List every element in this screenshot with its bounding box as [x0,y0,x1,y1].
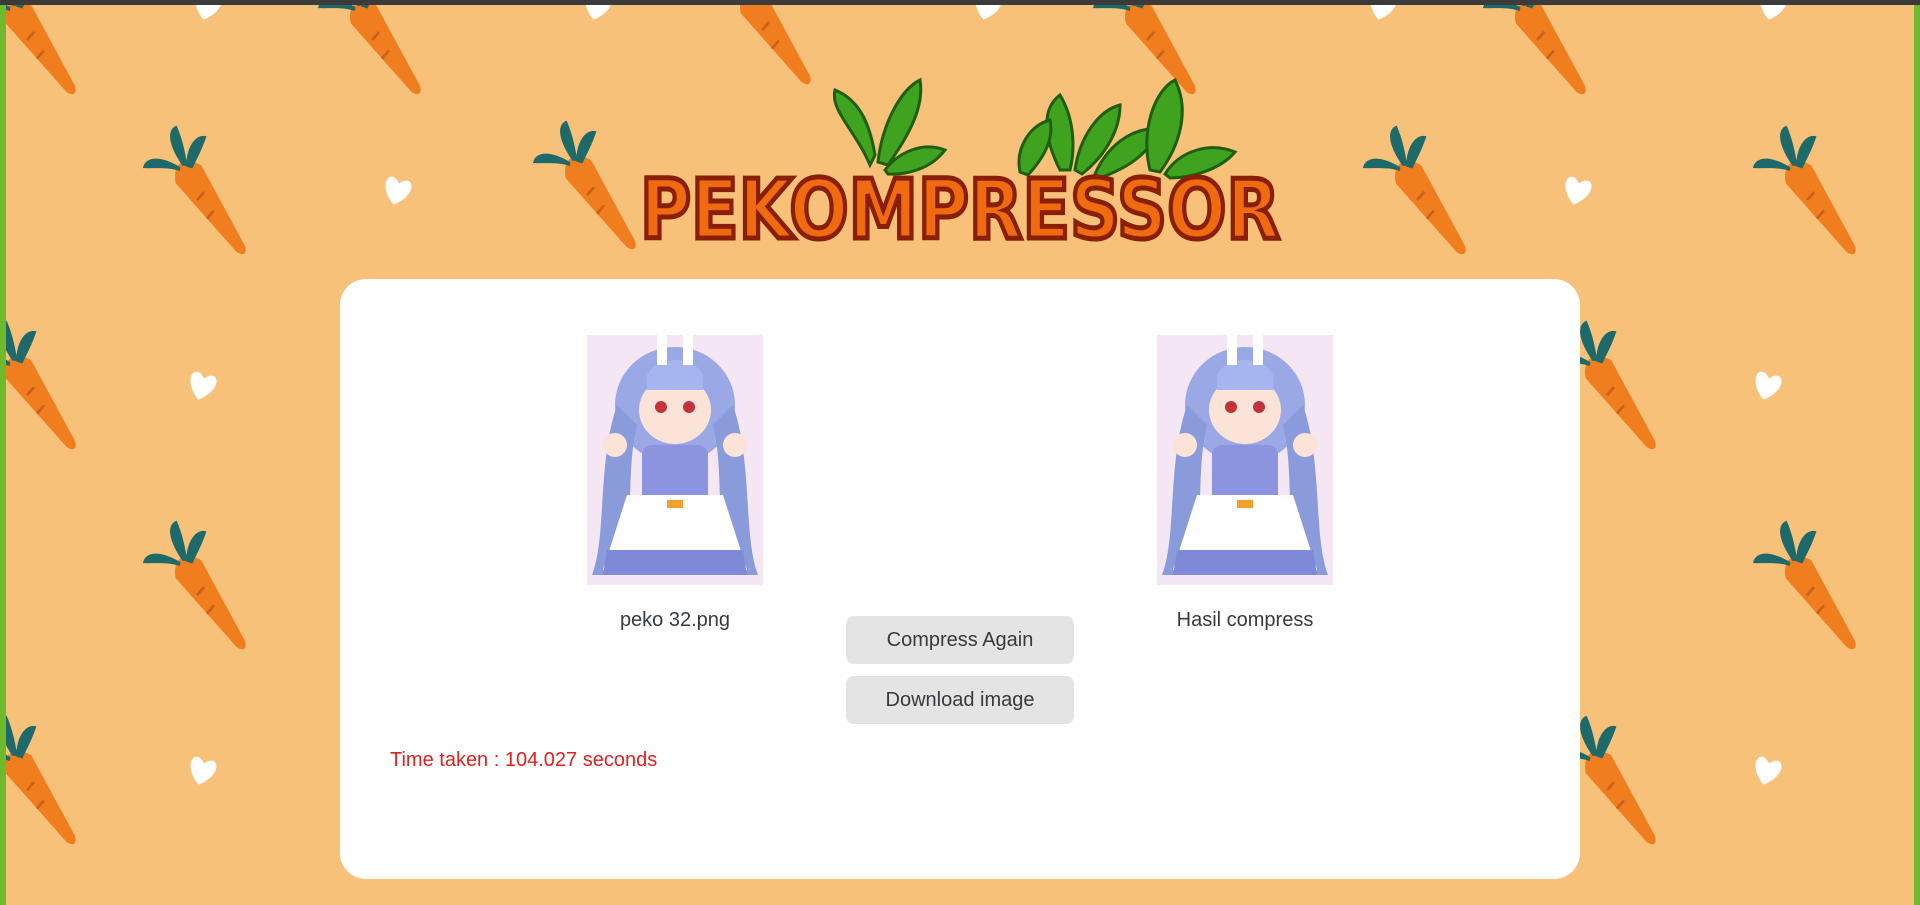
heart-icon [1760,5,1787,20]
compress-again-button[interactable]: Compress Again [846,616,1074,664]
original-image [587,335,763,585]
heart-icon [1370,5,1397,20]
anime-character-image [1157,335,1333,585]
heart-icon [190,371,217,400]
heart-icon [190,756,217,785]
heart-icon [385,176,412,205]
result-label: Hasil compress [1176,609,1314,631]
download-image-button[interactable]: Download image [846,676,1074,724]
heart-icon [585,5,612,20]
heart-icon [1755,371,1782,400]
anime-character-image [587,335,763,585]
carrot-icon [6,715,76,845]
carrot-icon [1752,520,1856,650]
compressed-image [1157,335,1333,585]
carrot-icon [1752,125,1856,255]
carrot-icon [142,125,246,255]
original-filename: peko 32.png [619,609,731,631]
heart-icon [975,5,1002,20]
carrot-icon [142,520,246,650]
heart-icon [1755,756,1782,785]
pekompressor-logo: PEKOMPRESSOR [620,70,1300,261]
logo-text: PEKOMPRESSOR [640,163,1280,255]
carrot-icon [317,5,421,95]
carrot-icon [6,5,76,95]
result-card [340,279,1580,879]
carrot-icon [1482,5,1586,95]
carrot-icon [6,320,76,450]
heart-icon [1565,176,1592,205]
heart-icon [195,5,222,20]
time-taken-text: Time taken : 104.027 seconds [390,749,658,771]
carrot-icon [1362,125,1466,255]
